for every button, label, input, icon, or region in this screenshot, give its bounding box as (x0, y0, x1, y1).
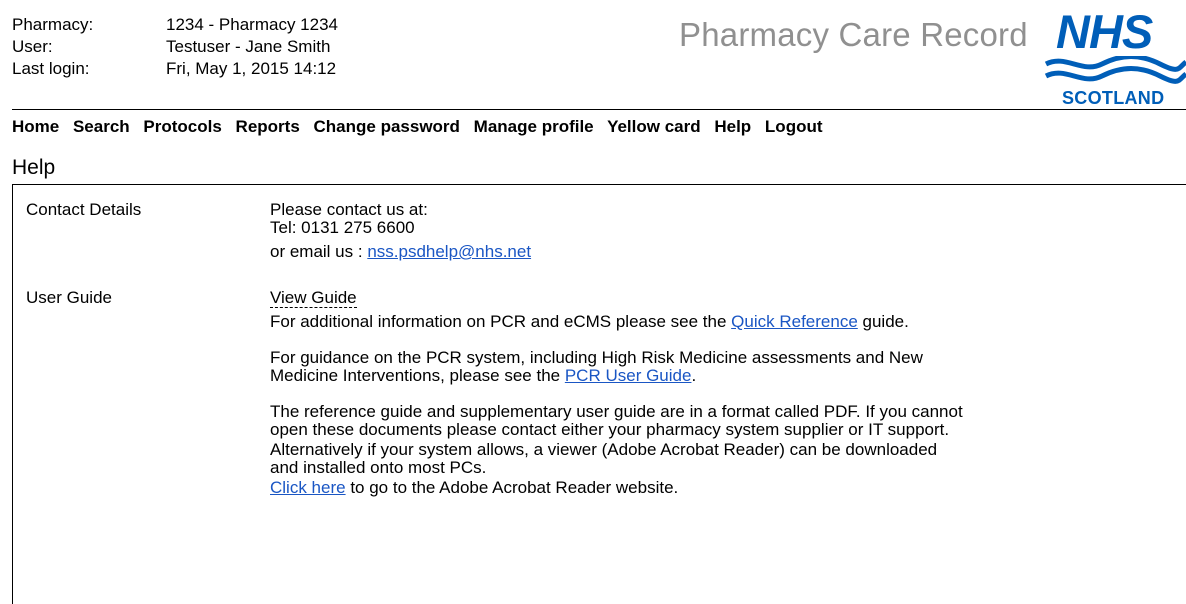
nhs-scotland-logo: NHS SCOTLAND (1044, 5, 1186, 110)
p5-text: to go to the Adobe Acrobat Reader websit… (345, 478, 679, 497)
last-login-label: Last login: (12, 59, 90, 78)
header-divider (12, 109, 1186, 110)
app-title: Pharmacy Care Record (679, 16, 1028, 53)
pdf-info-paragraph: The reference guide and supplementary us… (270, 402, 963, 439)
session-info: Pharmacy: 1234 - Pharmacy 1234 User: Testu… (12, 14, 338, 80)
pcr-guide-paragraph: For guidance on the PCR system, includin… (270, 349, 982, 385)
view-guide-link[interactable]: View Guide (270, 288, 357, 308)
quick-reference-paragraph: For additional information on PCR and eC… (270, 313, 970, 331)
nav-protocols[interactable]: Protocols (143, 117, 221, 136)
logo-scotland-text: SCOTLAND (1062, 88, 1165, 108)
quick-reference-link[interactable]: Quick Reference (731, 312, 858, 331)
page-title: Help (12, 156, 56, 179)
user-value: Testuser - Jane Smith (166, 37, 331, 56)
logo-waves-icon (1044, 56, 1186, 84)
contact-details-value: Please contact us at: Tel: 0131 275 6600… (270, 201, 990, 261)
pharmacy-value: 1234 - Pharmacy 1234 (166, 15, 338, 34)
contact-details-label: Contact Details (26, 200, 142, 219)
logo-nhs-text: NHS (1056, 5, 1153, 58)
pharmacy-label: Pharmacy: (12, 15, 94, 34)
user-guide-label: User Guide (26, 288, 112, 307)
contact-email-prefix: or email us : (270, 242, 368, 261)
nav-manage-profile[interactable]: Manage profile (474, 117, 594, 136)
nav-yellow-card[interactable]: Yellow card (607, 117, 701, 136)
user-label: User: (12, 37, 53, 56)
contact-tel: Tel: 0131 275 6600 (270, 218, 415, 237)
user-guide-value: View Guide For additional information on… (270, 288, 990, 497)
p1-text: For additional information on PCR and eC… (270, 312, 732, 331)
adobe-click-here-link[interactable]: Click here (270, 478, 346, 497)
nav-search[interactable]: Search (73, 117, 130, 136)
p1-end: guide. (857, 312, 909, 331)
main-nav: Home Search Protocols Reports Change pas… (12, 117, 832, 137)
pcr-user-guide-link[interactable]: PCR User Guide (565, 366, 692, 385)
nav-change-password[interactable]: Change password (314, 117, 460, 136)
last-login-value: Fri, May 1, 2015 14:12 (166, 59, 337, 78)
contact-email-row: or email us : nss.psdhelp@nhs.net (270, 243, 990, 261)
contact-email-link[interactable]: nss.psdhelp@nhs.net (367, 242, 531, 261)
nav-help[interactable]: Help (714, 117, 751, 136)
p2-end: . (691, 366, 697, 385)
nav-reports[interactable]: Reports (236, 117, 300, 136)
contact-line-1: Please contact us at: (270, 200, 428, 219)
acrobat-info-paragraph: Alternatively if your system allows, a v… (270, 440, 938, 477)
nav-logout[interactable]: Logout (765, 117, 823, 136)
nav-home[interactable]: Home (12, 117, 59, 136)
acrobat-link-row: Click here to go to the Adobe Acrobat Re… (270, 479, 990, 497)
help-panel: Contact Details Please contact us at: Te… (12, 184, 1186, 604)
